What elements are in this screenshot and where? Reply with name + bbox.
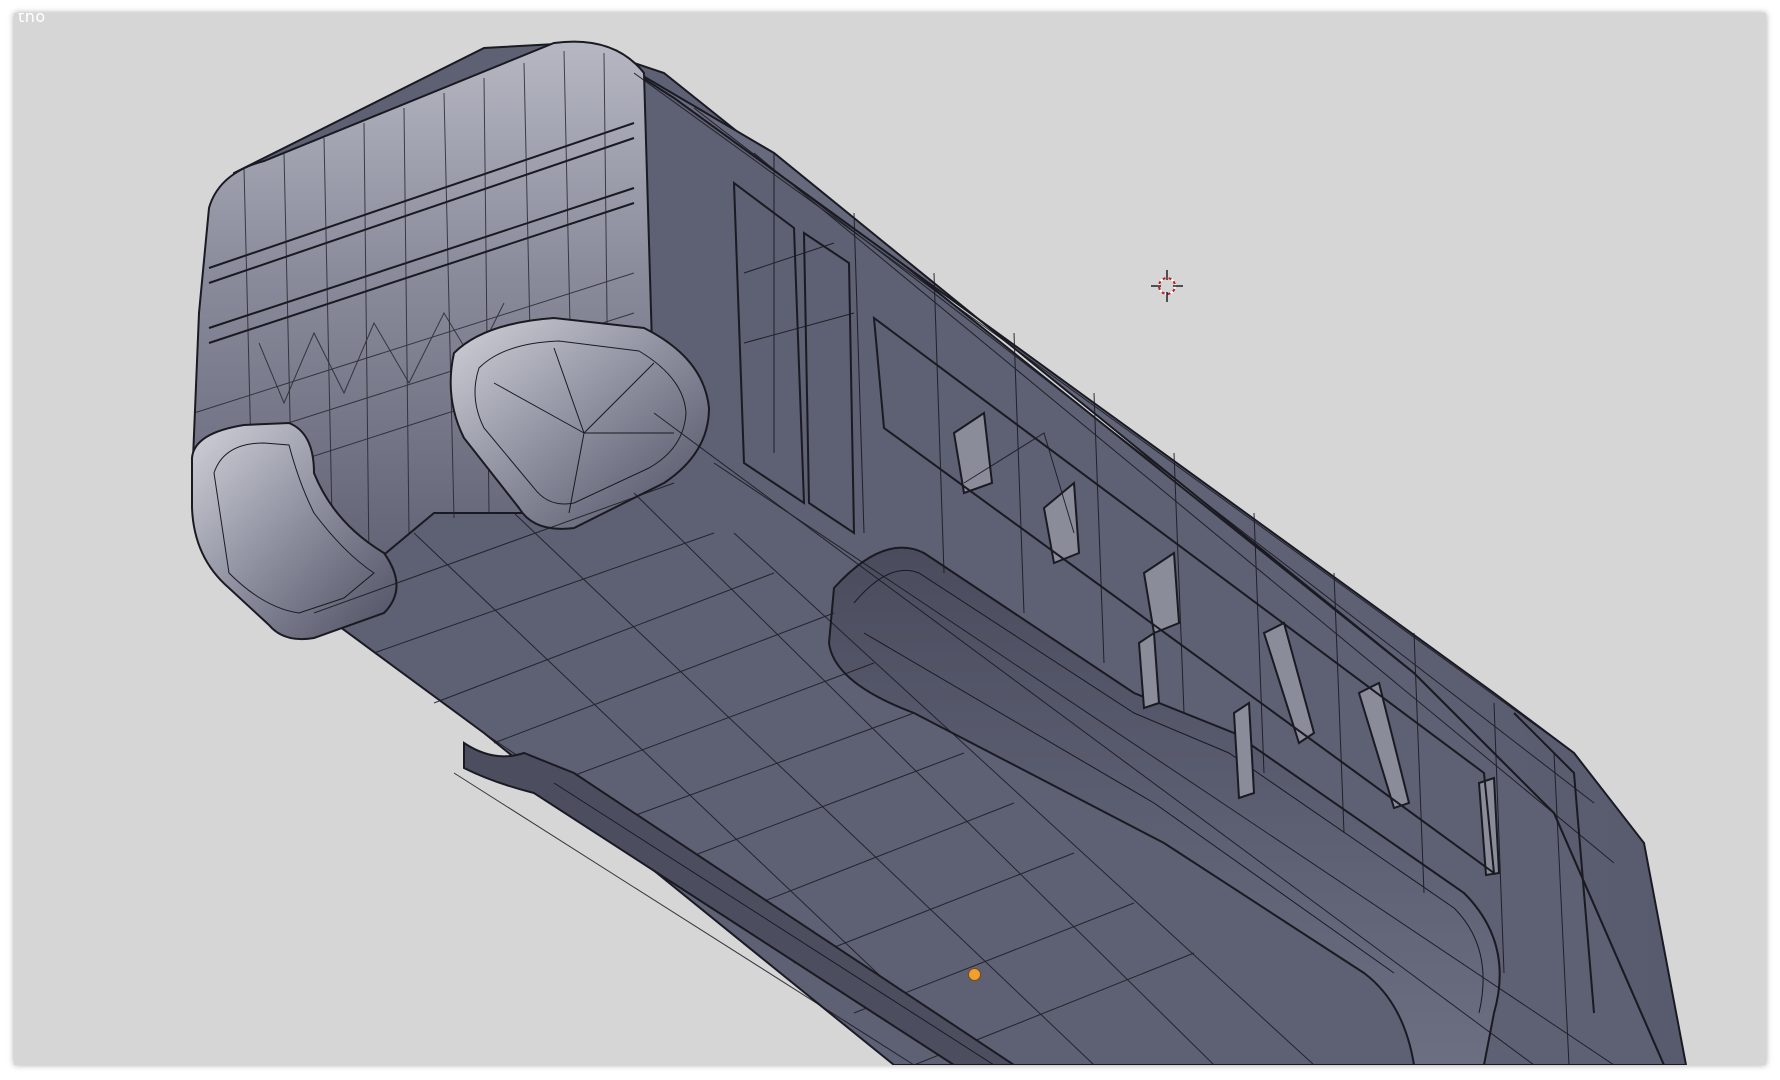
- blender-window: tho: [0, 0, 1780, 1080]
- wireframe-mesh[interactable]: [14, 13, 1766, 1065]
- viewport-label: tho: [18, 13, 46, 26]
- 3d-viewport[interactable]: tho: [14, 13, 1766, 1065]
- object-origin-icon[interactable]: [968, 968, 981, 981]
- 3d-cursor-icon[interactable]: [1149, 268, 1185, 304]
